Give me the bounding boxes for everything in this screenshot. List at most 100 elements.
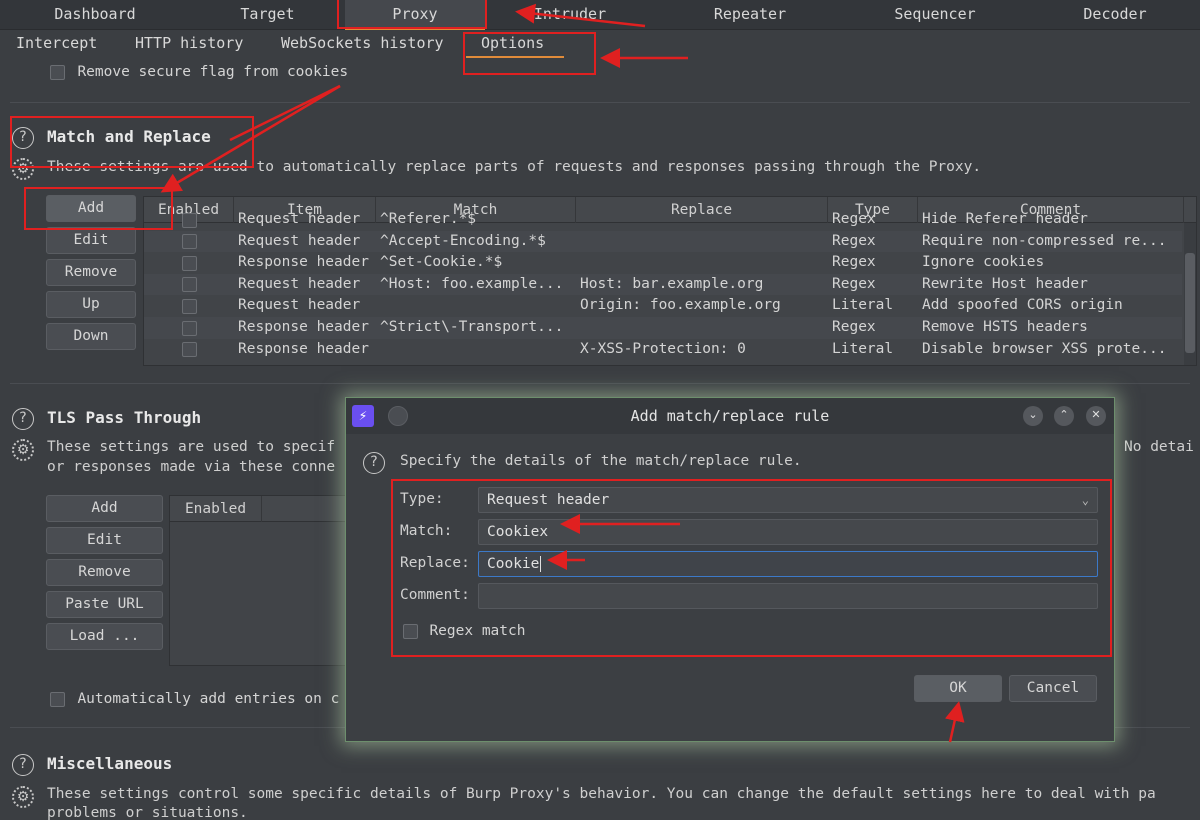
table-row[interactable]: Request header Origin: foo.example.org Lit… xyxy=(144,295,1182,317)
dialog-title: Add match/replace rule xyxy=(630,407,830,425)
auto-add-option[interactable]: Automatically add entries on c xyxy=(50,691,339,707)
cell-match: ^Accept-Encoding.*$ xyxy=(380,232,546,249)
checkbox[interactable] xyxy=(182,298,197,314)
section-divider xyxy=(10,383,1190,384)
remove-rule-button[interactable]: Remove xyxy=(46,259,136,286)
misc-description-line-2: problems or situations. xyxy=(47,805,248,820)
scroll-thumb[interactable] xyxy=(1185,253,1195,353)
cell-replace: Host: bar.example.org xyxy=(580,275,764,292)
tls-table: Enabled xyxy=(169,495,349,666)
cell-match xyxy=(380,295,576,317)
auto-add-checkbox[interactable] xyxy=(50,691,65,707)
cell-match xyxy=(380,339,576,361)
cell-type: Literal xyxy=(832,340,894,357)
cell-type: Literal xyxy=(832,297,894,314)
row-enabled-checkbox[interactable] xyxy=(182,209,202,231)
tls-add-button[interactable]: Add xyxy=(46,495,163,522)
table-row[interactable]: Response header X-XSS-Protection: 0 Litera… xyxy=(144,339,1182,361)
cell-match: ^Host: foo.example... xyxy=(380,275,564,292)
gear-icon[interactable]: ⚙ xyxy=(12,439,34,461)
column-enabled[interactable]: Enabled xyxy=(170,496,262,522)
tls-description-line-1: These settings are used to specif xyxy=(47,439,336,455)
cell-type: Regex xyxy=(832,211,876,227)
top-tab-bar: Dashboard Target Proxy Intruder Repeater… xyxy=(0,0,1200,30)
cell-match: ^Set-Cookie.*$ xyxy=(380,254,503,271)
row-enabled-checkbox[interactable] xyxy=(182,339,202,361)
tab-http-history[interactable]: HTTP history xyxy=(135,30,243,58)
ok-button[interactable]: OK xyxy=(914,675,1002,702)
tls-description-line-2: or responses made via these conne xyxy=(47,459,336,475)
table-scrollbar[interactable] xyxy=(1184,223,1196,365)
cell-replace xyxy=(580,317,828,339)
help-icon[interactable]: ? xyxy=(12,754,34,776)
row-enabled-checkbox[interactable] xyxy=(182,295,202,317)
remove-secure-flag-label: Remove secure flag from cookies xyxy=(77,64,349,80)
cell-type: Regex xyxy=(832,232,876,249)
cell-item: Request header xyxy=(238,232,361,249)
annotation-box-proxy xyxy=(337,0,487,29)
cell-replace xyxy=(580,252,828,274)
annotation-box-match-replace xyxy=(10,116,254,168)
tab-dashboard[interactable]: Dashboard xyxy=(20,0,170,30)
tab-sequencer[interactable]: Sequencer xyxy=(860,0,1010,30)
tls-title: TLS Pass Through xyxy=(47,408,202,427)
tls-edit-button[interactable]: Edit xyxy=(46,527,163,554)
minimize-icon[interactable]: ⌄ xyxy=(1023,406,1043,426)
checkbox[interactable] xyxy=(182,234,197,250)
up-rule-button[interactable]: Up xyxy=(46,291,136,318)
dialog-instructions: Specify the details of the match/replace… xyxy=(400,453,802,469)
table-row[interactable]: Request header ^Referer.*$ Regex Hide Refer… xyxy=(144,209,1182,231)
remove-secure-flag-option[interactable]: Remove secure flag from cookies xyxy=(50,64,348,80)
row-enabled-checkbox[interactable] xyxy=(182,252,202,274)
close-icon[interactable]: ✕ xyxy=(1086,406,1106,426)
cell-item: Request header xyxy=(238,211,361,227)
table-row[interactable]: Response header ^Strict\-Transport... Rege… xyxy=(144,317,1182,339)
cell-comment: Remove HSTS headers xyxy=(922,319,1088,335)
tab-intercept[interactable]: Intercept xyxy=(16,30,97,58)
tls-table-header: Enabled xyxy=(170,496,348,522)
edit-rule-button[interactable]: Edit xyxy=(46,227,136,254)
remove-secure-flag-checkbox[interactable] xyxy=(50,64,65,80)
cell-comment: Rewrite Host header xyxy=(922,275,1088,292)
cell-comment: Disable browser XSS prote... xyxy=(922,340,1167,357)
checkbox[interactable] xyxy=(182,255,197,271)
cell-item: Response header xyxy=(238,340,369,357)
tab-websockets-history[interactable]: WebSockets history xyxy=(281,30,444,58)
cell-match: ^Referer.*$ xyxy=(380,211,477,227)
cell-replace xyxy=(580,209,828,231)
table-row[interactable]: Response header ^Set-Cookie.*$ Regex Ignore… xyxy=(144,252,1182,274)
tab-target[interactable]: Target xyxy=(195,0,340,30)
gear-icon[interactable]: ⚙ xyxy=(12,786,34,808)
table-row[interactable]: Request header ^Host: foo.example... Host:… xyxy=(144,273,1182,296)
dialog-title-bar: ⚡ Add match/replace rule ⌄ ⌃ ✕ xyxy=(346,398,1114,434)
cell-replace xyxy=(580,231,828,253)
down-rule-button[interactable]: Down xyxy=(46,323,136,350)
cell-comment: Add spoofed CORS origin xyxy=(922,297,1123,314)
row-enabled-checkbox[interactable] xyxy=(182,274,202,296)
row-enabled-checkbox[interactable] xyxy=(182,231,202,253)
checkbox[interactable] xyxy=(182,320,197,336)
cell-replace: Origin: foo.example.org xyxy=(580,297,781,314)
help-icon[interactable]: ? xyxy=(363,452,385,474)
tls-description-right: No detai xyxy=(1124,439,1194,455)
row-enabled-checkbox[interactable] xyxy=(182,317,202,339)
checkbox[interactable] xyxy=(182,342,197,358)
tab-decoder[interactable]: Decoder xyxy=(1040,0,1190,30)
tls-remove-button[interactable]: Remove xyxy=(46,559,163,586)
misc-description-line-1: These settings control some specific det… xyxy=(47,786,1156,802)
cell-replace: X-XSS-Protection: 0 xyxy=(580,340,746,357)
cell-type: Regex xyxy=(832,319,876,335)
tab-intruder[interactable]: Intruder xyxy=(495,0,645,30)
section-divider xyxy=(10,102,1190,103)
table-row[interactable]: Request header ^Accept-Encoding.*$ Regex Re… xyxy=(144,230,1182,253)
cancel-button[interactable]: Cancel xyxy=(1009,675,1097,702)
checkbox[interactable] xyxy=(182,277,197,293)
cell-item: Response header xyxy=(238,319,369,335)
help-icon[interactable]: ? xyxy=(12,408,34,430)
tls-paste-url-button[interactable]: Paste URL xyxy=(46,591,163,618)
tls-load-button[interactable]: Load ... xyxy=(46,623,163,650)
checkbox[interactable] xyxy=(182,212,197,228)
cell-match: ^Strict\-Transport... xyxy=(380,319,564,335)
tab-repeater[interactable]: Repeater xyxy=(670,0,830,30)
maximize-icon[interactable]: ⌃ xyxy=(1054,406,1074,426)
